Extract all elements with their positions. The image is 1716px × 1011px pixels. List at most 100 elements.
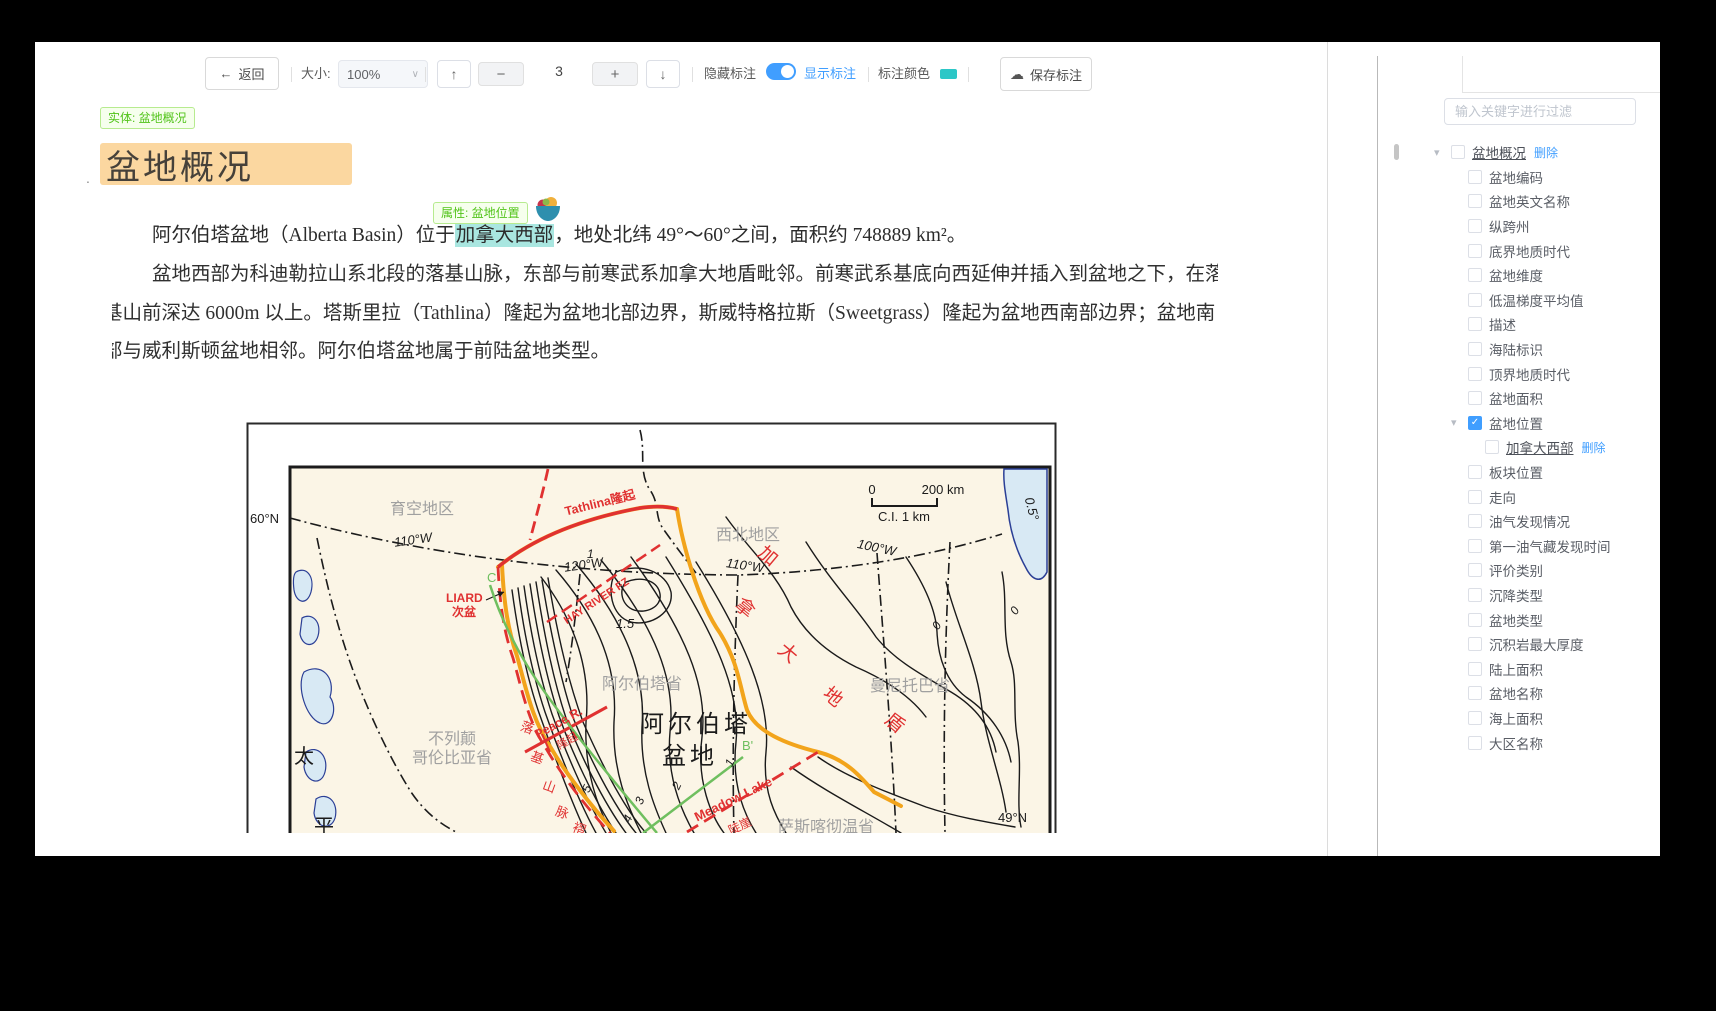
tree-checkbox[interactable] (1468, 563, 1482, 577)
tree-checkbox[interactable] (1468, 219, 1482, 233)
tree-row: 盆地面积 (1430, 386, 1660, 411)
tree-item-label[interactable]: 海陆标识 (1489, 339, 1543, 359)
tree-checkbox[interactable] (1468, 244, 1482, 258)
tree-checkbox[interactable] (1468, 465, 1482, 479)
page-edge-divider (1327, 42, 1328, 856)
plus-icon: + (611, 66, 620, 83)
tree-row: 盆地名称 (1430, 681, 1660, 706)
location-highlight[interactable]: 加拿大西部 (455, 224, 555, 247)
delete-link[interactable]: 删除 (1582, 439, 1606, 456)
paragraph-line: 部与威利斯顿盆地相邻。阿尔伯塔盆地属于前陆盆地类型。 (112, 333, 1218, 372)
annotation-color-swatch[interactable] (940, 69, 957, 79)
region-label: 西北地区 (716, 526, 780, 544)
tree-item-label[interactable]: 盆地维度 (1489, 265, 1543, 285)
list-marker-dot: . (86, 170, 90, 186)
svg-text:B': B' (742, 738, 753, 753)
tree-checkbox[interactable] (1468, 514, 1482, 528)
heading-highlight[interactable]: 盆地概况 (100, 143, 352, 185)
tree-checkbox[interactable] (1451, 145, 1465, 159)
tree-checkbox[interactable] (1468, 686, 1482, 700)
tree-checkbox[interactable] (1468, 637, 1482, 651)
tree-row: 低温梯度平均值 (1430, 288, 1660, 313)
svg-text:1.5: 1.5 (616, 616, 635, 631)
back-button[interactable]: ← 返回 (205, 57, 279, 90)
page-number-input[interactable]: 3 (543, 63, 575, 79)
tree-item-label[interactable]: 盆地面积 (1489, 388, 1543, 408)
size-label: 大小: (301, 66, 331, 82)
tree-checkbox[interactable] (1468, 170, 1482, 184)
paragraph-line: 盆地西部为科迪勒拉山系北段的落基山脉，东部与前寒武系加拿大地盾毗邻。前寒武系基底… (112, 256, 1218, 295)
tree-item-label[interactable]: 沉积岩最大厚度 (1489, 634, 1584, 654)
tree-item-label[interactable]: 低温梯度平均值 (1489, 290, 1584, 310)
tree-checkbox[interactable] (1468, 391, 1482, 405)
svg-text:LIARD: LIARD (446, 591, 483, 605)
tree-checkbox[interactable] (1468, 367, 1482, 381)
tree-item-label[interactable]: 第一油气藏发现时间 (1489, 536, 1611, 556)
tree-item-label[interactable]: 纵跨州 (1489, 216, 1530, 236)
region-label: 萨斯喀彻温省 (778, 818, 874, 833)
svg-text:C: C (487, 570, 496, 585)
tree-checkbox[interactable] (1485, 440, 1499, 454)
tree-row: 盆地英文名称 (1430, 189, 1660, 214)
tree-checkbox[interactable] (1468, 613, 1482, 627)
tree-item-label[interactable]: 板块位置 (1489, 462, 1543, 482)
tree-row: 盆地维度 (1430, 263, 1660, 288)
tree-item-label[interactable]: 海上面积 (1489, 708, 1543, 728)
tree-row: 顶界地质时代 (1430, 361, 1660, 386)
tree-item-label[interactable]: 盆地编码 (1489, 167, 1543, 187)
show-annotation-label: 显示标注 (804, 66, 856, 82)
svg-text:C.I. 1 km: C.I. 1 km (878, 509, 930, 524)
tree-item-label[interactable]: 大区名称 (1489, 733, 1543, 753)
paragraph-line: 阿尔伯塔盆地（Alberta Basin）位于加拿大西部，地处北纬 49°～60… (112, 216, 1218, 256)
delete-link[interactable]: 删除 (1534, 144, 1558, 161)
tree-item-label[interactable]: 加拿大西部 (1506, 437, 1574, 457)
tree-item-label[interactable]: 描述 (1489, 314, 1516, 334)
tree-item-label[interactable]: 盆地类型 (1489, 610, 1543, 630)
tree-checkbox[interactable] (1468, 268, 1482, 282)
tree-checkbox[interactable] (1468, 539, 1482, 553)
tree-row: 油气发现情况 (1430, 509, 1660, 534)
zoom-select[interactable]: 100% ∨ (338, 60, 428, 88)
tree-checkbox[interactable]: ✓ (1468, 416, 1482, 430)
tree-row: 盆地编码 (1430, 165, 1660, 190)
zoom-in-button[interactable]: + (592, 62, 638, 86)
cloud-upload-icon: ☁ (1010, 66, 1024, 83)
tree-item-label[interactable]: 走向 (1489, 487, 1516, 507)
tree-item-label[interactable]: 顶界地质时代 (1489, 364, 1570, 384)
figure-map: 育空地区 西北地区 阿尔伯塔省 曼尼托巴省 不列颠 哥伦比亚省 萨斯喀彻温省 阿… (246, 422, 1062, 833)
tree-row: 纵跨州 (1430, 214, 1660, 239)
tree-checkbox[interactable] (1468, 490, 1482, 504)
page-down-button[interactable]: ↓ (646, 60, 680, 88)
annotation-color-label: 标注颜色 (878, 66, 930, 82)
tree-checkbox[interactable] (1468, 588, 1482, 602)
tree-item-label[interactable]: 盆地名称 (1489, 683, 1543, 703)
tree-checkbox[interactable] (1468, 194, 1482, 208)
tree-item-label[interactable]: 沉降类型 (1489, 585, 1543, 605)
tree-item-label[interactable]: 油气发现情况 (1489, 511, 1570, 531)
save-annotation-button[interactable]: ☁ 保存标注 (1000, 57, 1092, 91)
tree-item-label[interactable]: 盆地概况 (1472, 142, 1526, 162)
zoom-out-button[interactable]: − (478, 62, 524, 86)
tree-checkbox[interactable] (1468, 293, 1482, 307)
tree-item-label[interactable]: 陆上面积 (1489, 659, 1543, 679)
expand-arrow-icon[interactable]: ▾ (1451, 416, 1468, 429)
entity-annotation-tag[interactable]: 实体: 盆地概况 (100, 107, 195, 129)
tree-item-label[interactable]: 盆地位置 (1489, 413, 1543, 433)
tree-item-label[interactable]: 盆地英文名称 (1489, 191, 1570, 211)
tree-row: 大区名称 (1430, 730, 1660, 755)
page-title: 盆地概况 (100, 140, 260, 189)
scrollbar-thumb[interactable] (1394, 144, 1399, 160)
tree-checkbox[interactable] (1468, 317, 1482, 331)
tree-checkbox[interactable] (1468, 736, 1482, 750)
tree-item-label[interactable]: 底界地质时代 (1489, 241, 1570, 261)
tree-checkbox[interactable] (1468, 711, 1482, 725)
attribute-annotation-tag[interactable]: 属性: 盆地位置 (433, 202, 528, 224)
tree-checkbox[interactable] (1468, 662, 1482, 676)
page-up-button[interactable]: ↑ (437, 60, 471, 88)
tree-item-label[interactable]: 评价类别 (1489, 560, 1543, 580)
expand-arrow-icon[interactable]: ▾ (1434, 146, 1451, 159)
region-label: 哥伦比亚省 (412, 749, 492, 767)
filter-input[interactable] (1444, 98, 1636, 125)
tree-checkbox[interactable] (1468, 342, 1482, 356)
annotation-toggle[interactable] (766, 63, 796, 80)
